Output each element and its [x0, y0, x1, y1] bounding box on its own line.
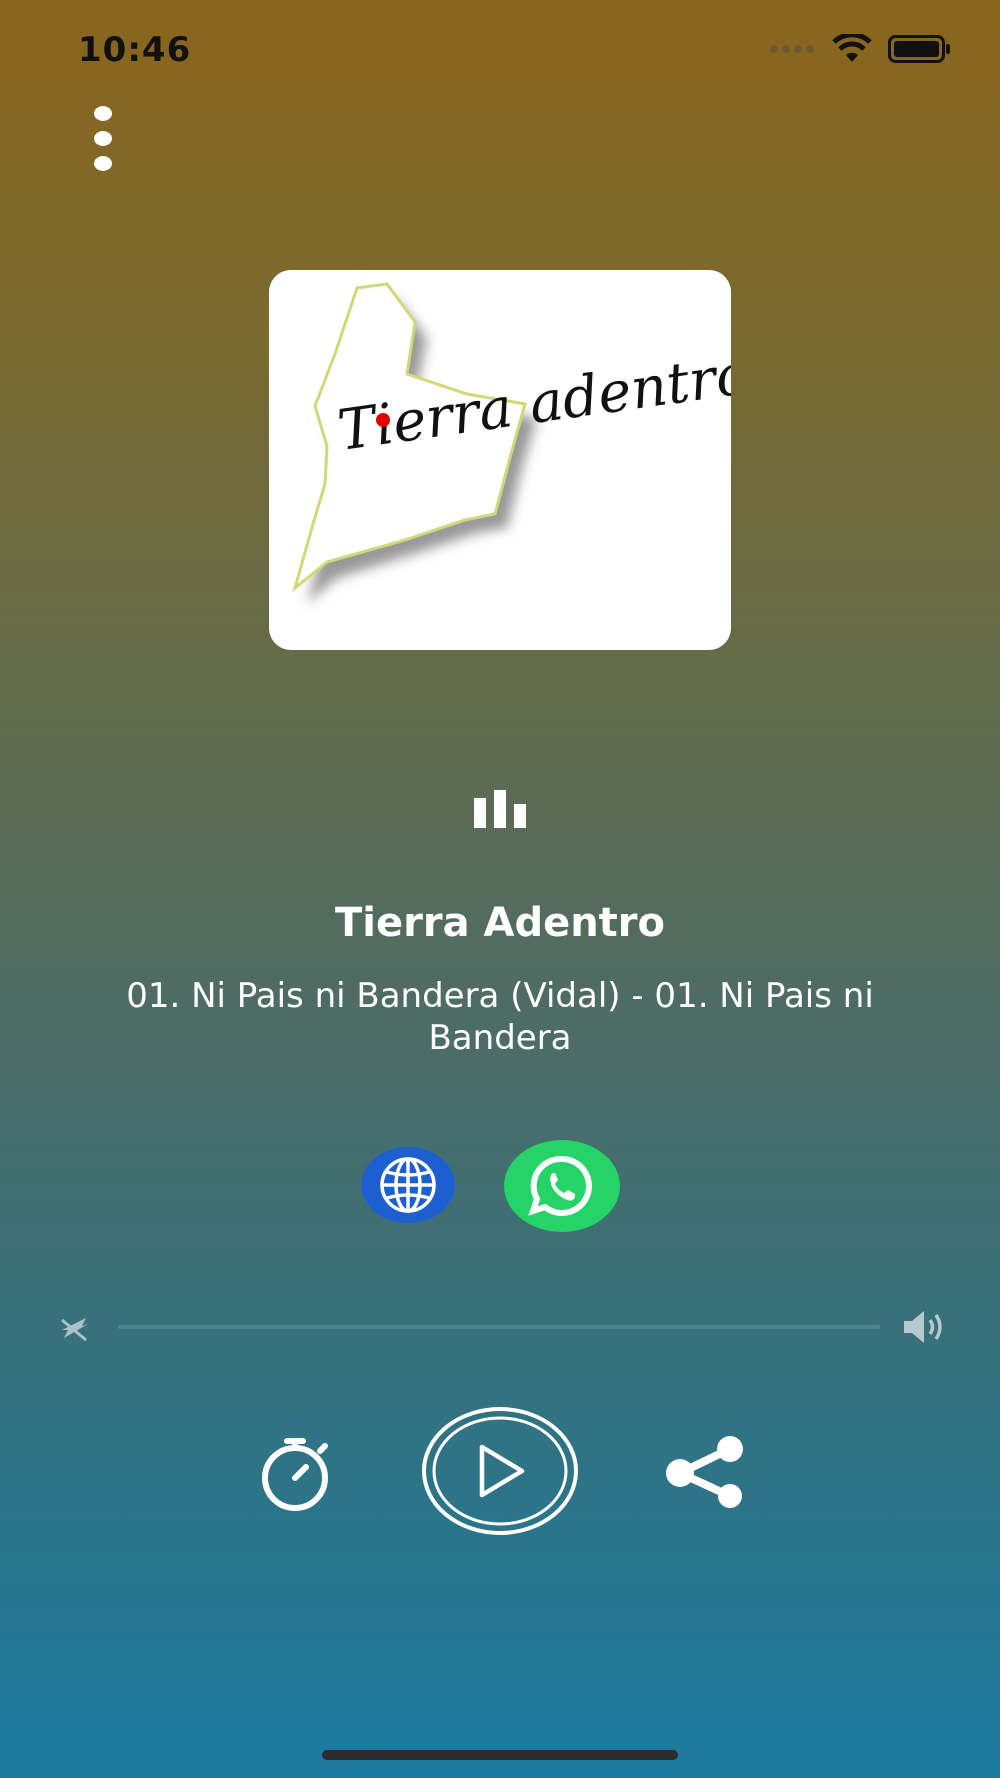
track-title: 01. Ni Pais ni Bandera (Vidal) - 01. Ni …	[126, 976, 874, 1058]
volume-mute-icon[interactable]	[56, 1310, 92, 1346]
map-logo-icon: Tierra adentro	[292, 282, 731, 603]
more-menu-button[interactable]	[88, 106, 118, 178]
station-name: Tierra Adentro	[334, 900, 666, 946]
volume-slider[interactable]	[118, 1325, 880, 1329]
globe-icon	[380, 1157, 436, 1213]
wifi-icon	[832, 34, 872, 62]
share-icon	[666, 1436, 743, 1508]
status-icons	[770, 34, 952, 64]
play-icon	[479, 1444, 525, 1498]
website-button[interactable]	[360, 1146, 456, 1224]
play-button[interactable]	[421, 1406, 579, 1536]
station-logo: Tierra adentro	[269, 270, 731, 650]
timer-button[interactable]	[258, 1436, 332, 1512]
share-button[interactable]	[664, 1436, 748, 1508]
volume-up-icon[interactable]	[902, 1308, 948, 1346]
home-indicator[interactable]	[322, 1750, 678, 1760]
equalizer-icon	[474, 790, 526, 828]
status-time: 10:46	[78, 30, 192, 70]
whatsapp-button[interactable]	[503, 1139, 621, 1233]
signal-dots-icon	[770, 45, 814, 53]
battery-icon	[888, 35, 950, 63]
timer-icon	[262, 1438, 328, 1511]
